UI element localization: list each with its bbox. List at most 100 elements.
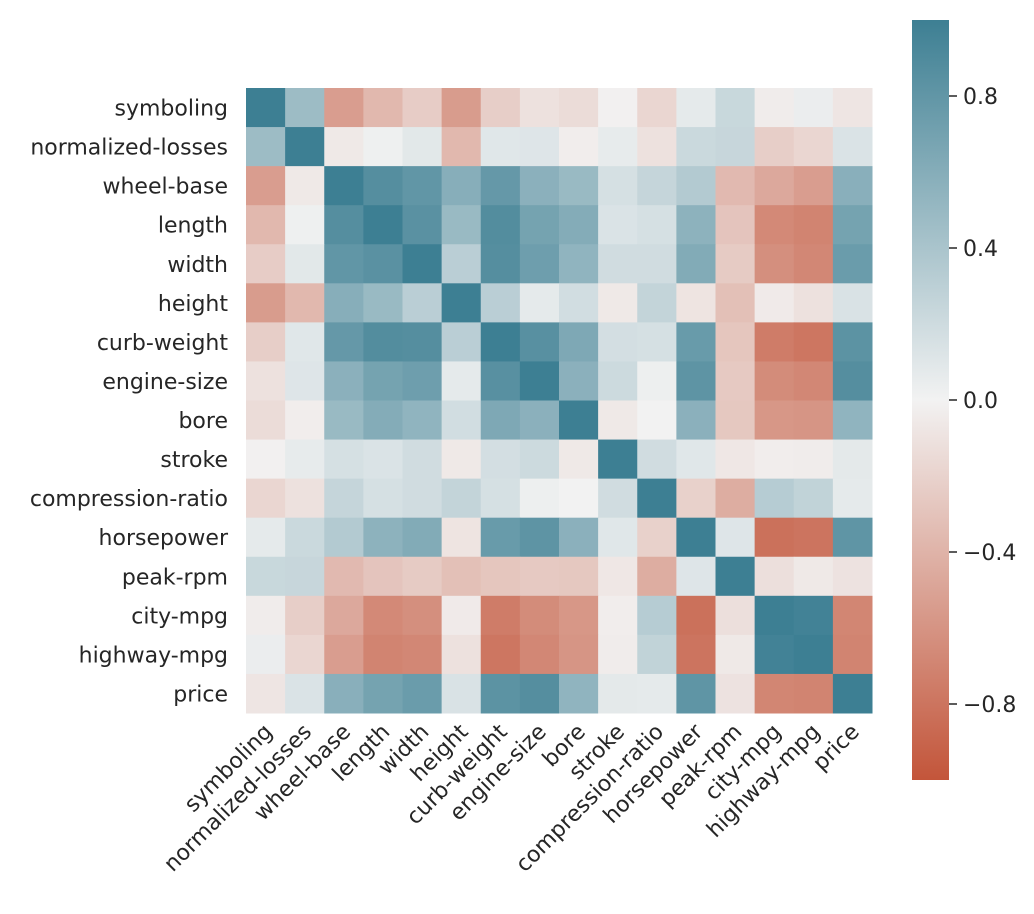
heatmap-cell [402, 478, 443, 519]
heatmap-cell [559, 595, 599, 636]
heatmap-cell [519, 595, 560, 636]
y-tick-label: price [173, 682, 228, 707]
heatmap-cell [637, 88, 677, 128]
heatmap-cell [754, 88, 795, 128]
heatmap-cell [324, 556, 364, 597]
heatmap-cell [402, 88, 443, 128]
heatmap-cell [793, 439, 834, 480]
heatmap-cell [637, 595, 677, 636]
heatmap-cell [793, 556, 834, 597]
y-tick-label: width [167, 253, 228, 278]
y-tick-label: bore [178, 409, 228, 434]
heatmap-cell [441, 127, 482, 167]
heatmap-cell [715, 595, 756, 636]
heatmap-cell [441, 205, 482, 245]
heatmap-cell [637, 166, 677, 206]
colorbar-tick-label: −0.8 [963, 693, 1016, 718]
heatmap-cell [519, 283, 560, 323]
y-tick-label: compression-ratio [30, 487, 228, 512]
heatmap-cell [519, 205, 560, 245]
heatmap-cell [598, 595, 638, 636]
heatmap-cell [480, 283, 521, 323]
heatmap-cell [598, 283, 638, 323]
heatmap-cell [832, 556, 873, 597]
heatmap-cell [793, 205, 834, 245]
colorbar-tick-label: −0.4 [963, 541, 1016, 566]
heatmap-cell [441, 244, 482, 284]
heatmap-cell [519, 166, 560, 206]
heatmap-cell [793, 361, 834, 401]
heatmap-cell [402, 244, 443, 284]
heatmap-cell [480, 166, 521, 206]
heatmap-cell [598, 439, 638, 480]
heatmap-cell [402, 400, 443, 441]
heatmap-cell [754, 361, 795, 401]
heatmap-cell [285, 88, 325, 128]
heatmap-cell [676, 595, 717, 636]
heatmap-cell [715, 322, 756, 362]
heatmap-cell [754, 634, 795, 675]
heatmap-cell [754, 673, 795, 714]
y-tick-label: peak-rpm [122, 565, 228, 590]
heatmap-cell [363, 634, 404, 675]
heatmap-cell [324, 283, 364, 323]
y-tick-labels: symboling normalized-losses wheel-base leng… [30, 97, 229, 708]
heatmap-cell [246, 595, 286, 636]
heatmap-cell [832, 283, 873, 323]
heatmap-cell [715, 127, 756, 167]
heatmap-cell [363, 517, 404, 558]
heatmap-cell [363, 322, 404, 362]
heatmap-cell [519, 634, 560, 675]
heatmap-cell [832, 205, 873, 245]
heatmap-cell [246, 634, 286, 675]
heatmap-cell [363, 205, 404, 245]
heatmap-cell [598, 400, 638, 441]
heatmap-cell [480, 595, 521, 636]
heatmap-cell [754, 478, 795, 519]
heatmap-cell [246, 556, 286, 597]
heatmap-cell [598, 88, 638, 128]
heatmap-cell [246, 400, 286, 441]
heatmap-cell [559, 127, 599, 167]
heatmap-cell [246, 517, 286, 558]
heatmap-cell [402, 322, 443, 362]
heatmap-cell [637, 322, 677, 362]
heatmap-cell [754, 127, 795, 167]
heatmap-cell [598, 205, 638, 245]
heatmap-cell [285, 595, 325, 636]
heatmap-cell [832, 361, 873, 401]
heatmap-cell [559, 322, 599, 362]
heatmap-cell [676, 244, 717, 284]
heatmap-cell [324, 361, 364, 401]
heatmap-cell [676, 283, 717, 323]
y-tick-label: length [158, 214, 228, 239]
heatmap-cell [246, 244, 286, 284]
heatmap-cell [793, 595, 834, 636]
heatmap-cell [519, 556, 560, 597]
heatmap-cell [246, 673, 286, 714]
heatmap-cell [598, 673, 638, 714]
heatmap-cell [676, 88, 717, 128]
heatmap-cell [519, 361, 560, 401]
heatmap-cell [480, 673, 521, 714]
heatmap-cell [363, 439, 404, 480]
heatmap-cell [519, 400, 560, 441]
heatmap-cell [637, 127, 677, 167]
y-tick-label: horsepower [99, 526, 229, 551]
heatmap-cell [715, 439, 756, 480]
heatmap-cell [676, 478, 717, 519]
heatmap-cell [793, 244, 834, 284]
heatmap-cell [246, 88, 286, 128]
heatmap-cell [715, 88, 756, 128]
heatmap-cell [559, 634, 599, 675]
heatmap-cell [637, 400, 677, 441]
heatmap-cell [441, 478, 482, 519]
heatmap-cell [480, 244, 521, 284]
heatmap-cell [559, 673, 599, 714]
heatmap-cell [480, 556, 521, 597]
heatmap-cell [519, 322, 560, 362]
heatmap-cell [754, 244, 795, 284]
heatmap-cell [519, 478, 560, 519]
heatmap-cell [363, 88, 404, 128]
heatmap-cell [246, 166, 286, 206]
